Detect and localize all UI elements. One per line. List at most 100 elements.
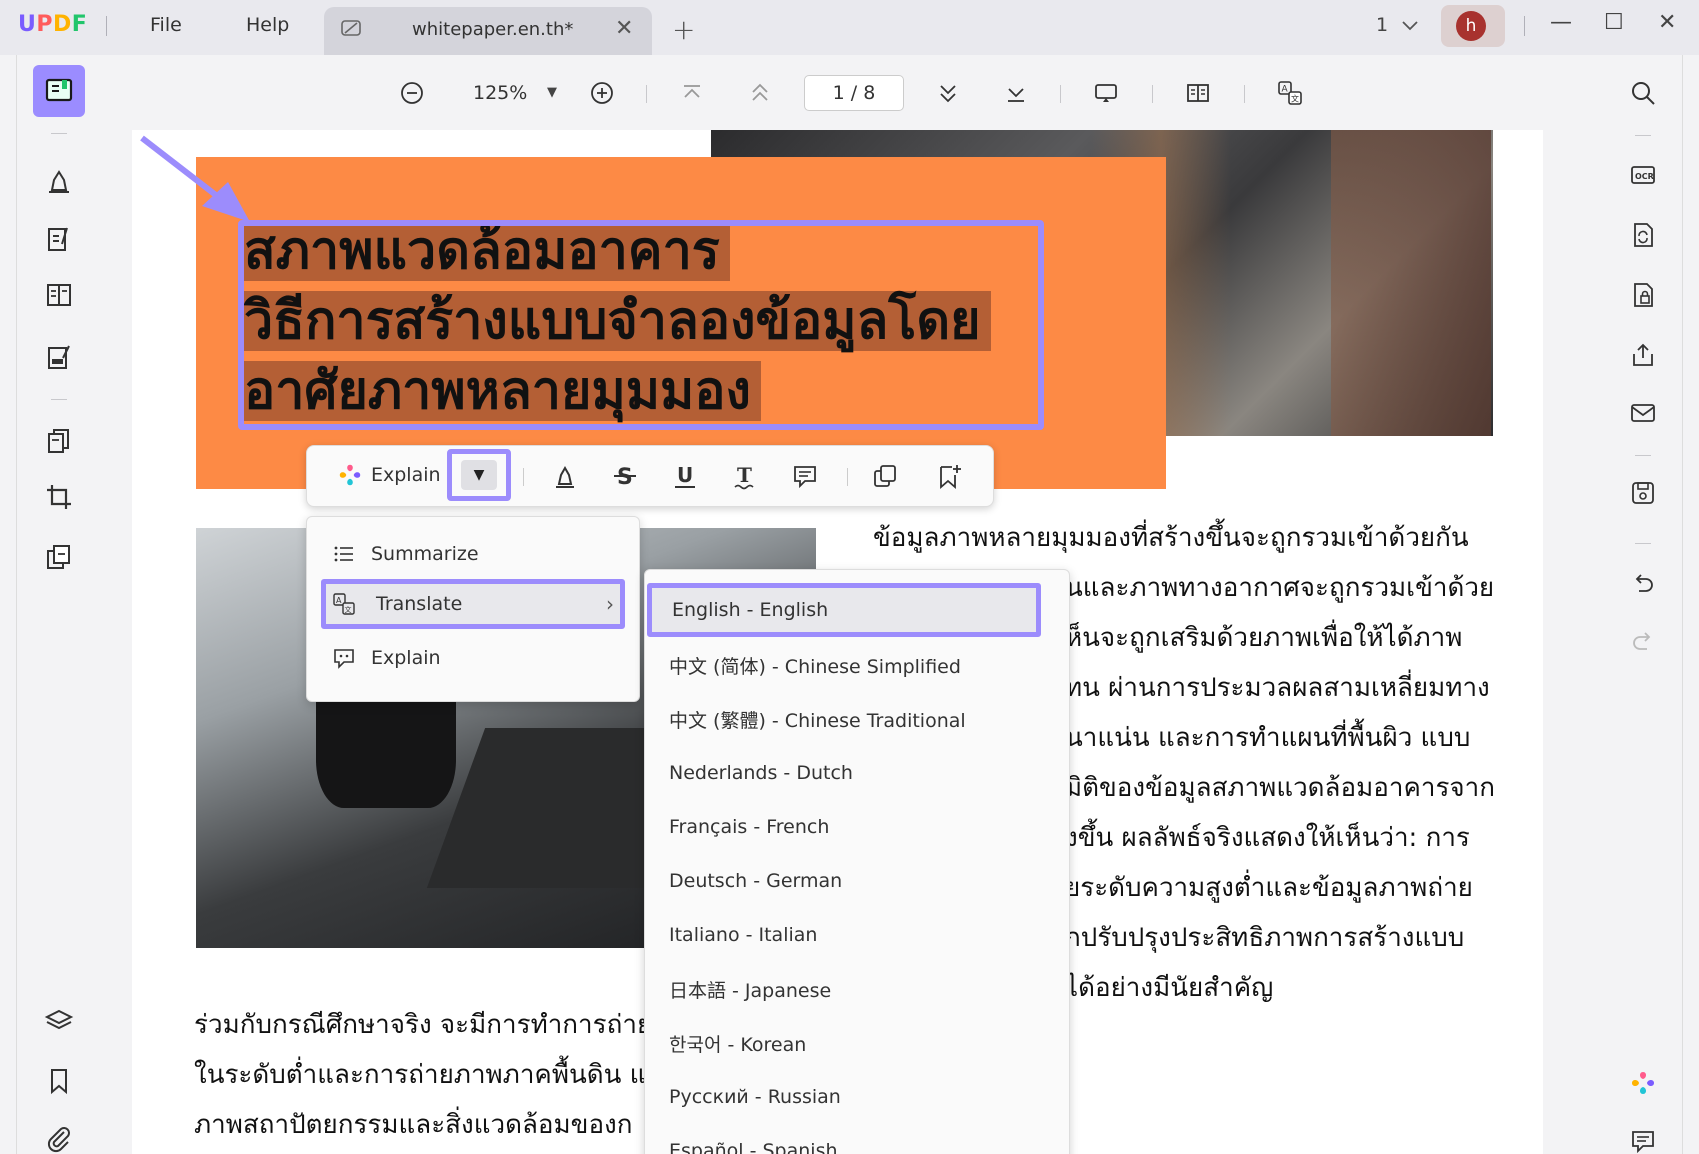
new-tab-icon[interactable]: + (672, 13, 695, 46)
maximize-icon[interactable]: ☐ (1604, 10, 1624, 35)
protect-pdf-icon[interactable] (1625, 277, 1661, 313)
tab-title: whitepaper.en.th* (412, 19, 574, 40)
language-option-spanish[interactable]: Español - Spanish (645, 1124, 1069, 1154)
language-option-japanese[interactable]: 日本語 - Japanese (645, 962, 1069, 1016)
language-option-russian[interactable]: Русский - Russian (645, 1070, 1069, 1124)
ocr-icon[interactable]: OCR (1625, 157, 1661, 193)
page-display-icon[interactable] (1182, 77, 1214, 109)
layers-icon[interactable] (41, 1003, 77, 1039)
organize-pages-icon[interactable] (41, 423, 77, 459)
redo-icon[interactable] (1625, 623, 1661, 659)
explain-icon (321, 647, 361, 669)
tab-document-icon (340, 18, 362, 38)
menu-item-explain[interactable]: Explain (321, 633, 625, 683)
svg-text:U: U (677, 463, 693, 487)
right-toolbar: OCR (1603, 55, 1683, 1154)
close-window-icon[interactable]: ✕ (1658, 10, 1676, 35)
menu-file[interactable]: File (150, 14, 182, 36)
attachment-icon[interactable] (41, 1121, 77, 1154)
updf-ai-icon[interactable] (1625, 1065, 1661, 1101)
add-bookmark-icon[interactable] (933, 460, 965, 492)
language-option-chinese-traditional[interactable]: 中文 (繁體) - Chinese Traditional (645, 692, 1069, 746)
reader-mode-icon[interactable] (33, 65, 85, 117)
bottom-paragraph: ร่วมกับกรณีศึกษาจริง จะมีการทำการถ่าย ใน… (194, 1000, 662, 1150)
combine-files-icon[interactable] (41, 539, 77, 575)
svg-text:OCR: OCR (1635, 172, 1654, 181)
updf-ai-icon (339, 464, 361, 486)
language-option-french[interactable]: Français - French (645, 800, 1069, 854)
add-comment-icon[interactable] (789, 460, 821, 492)
language-option-italian[interactable]: Italiano - Italian (645, 908, 1069, 962)
language-submenu: English - English 中文 (简体) - Chinese Simp… (644, 569, 1070, 1154)
toolbar-separator (1635, 135, 1651, 136)
svg-text:文: 文 (345, 605, 352, 614)
svg-text:A: A (1282, 85, 1289, 95)
toolbar-separator (1060, 85, 1061, 103)
toolbar-separator (51, 133, 67, 134)
svg-text:T: T (737, 463, 752, 487)
undo-icon[interactable] (1625, 565, 1661, 601)
menu-item-summarize[interactable]: Summarize (321, 529, 625, 579)
language-option-german[interactable]: Deutsch - German (645, 854, 1069, 908)
presentation-icon[interactable] (1090, 77, 1122, 109)
language-option-chinese-simplified[interactable]: 中文 (简体) - Chinese Simplified (645, 638, 1069, 692)
page-number-input[interactable]: 1 / 8 (804, 75, 904, 111)
zoom-level[interactable]: 125% (473, 82, 527, 104)
toolbar-separator (1635, 543, 1651, 544)
zoom-dropdown-icon[interactable]: ▼ (547, 85, 557, 100)
highlight-icon[interactable] (549, 460, 581, 492)
strikethrough-icon[interactable]: S (609, 460, 641, 492)
comment-marker-icon[interactable] (41, 163, 77, 199)
ai-dropdown-button[interactable]: ▼ (447, 449, 511, 501)
toolbar-separator (1152, 85, 1153, 103)
language-option-dutch[interactable]: Nederlands - Dutch (645, 746, 1069, 800)
explain-button[interactable]: Explain (337, 462, 441, 488)
zoom-in-icon[interactable] (586, 77, 618, 109)
language-option-korean[interactable]: 한국어 - Korean (645, 1016, 1069, 1070)
toolbar-separator (646, 85, 647, 103)
title-selection-highlight (238, 220, 1044, 430)
avatar[interactable]: h (1456, 11, 1486, 41)
toolbar-separator (1635, 455, 1651, 456)
zoom-out-icon[interactable] (396, 77, 428, 109)
underline-icon[interactable]: U (669, 460, 701, 492)
search-icon[interactable] (1625, 75, 1661, 111)
menu-item-label: Explain (371, 647, 441, 669)
chevron-right-icon: › (606, 592, 614, 616)
save-icon[interactable] (1625, 475, 1661, 511)
menu-item-label: Translate (376, 593, 463, 615)
window-count[interactable]: 1 (1376, 14, 1418, 36)
list-icon (321, 543, 361, 565)
fill-sign-icon[interactable] (41, 339, 77, 375)
menu-help[interactable]: Help (246, 14, 289, 36)
comments-panel-icon[interactable] (1625, 1123, 1661, 1154)
caret-down-icon: ▼ (461, 460, 497, 490)
last-page-icon[interactable] (1000, 77, 1032, 109)
email-icon[interactable] (1625, 395, 1661, 431)
next-page-icon[interactable] (932, 77, 964, 109)
crop-icon[interactable] (41, 479, 77, 515)
minimize-icon[interactable]: — (1550, 10, 1572, 35)
language-option-english[interactable]: English - English (647, 583, 1041, 637)
edit-pdf-icon[interactable] (41, 221, 77, 257)
previous-page-icon[interactable] (744, 77, 776, 109)
copy-icon[interactable] (869, 460, 901, 492)
view-toolbar: 125% ▼ 1 / 8 A文 (100, 55, 1603, 130)
ai-action-menu: Summarize A文 Translate › Explain (306, 516, 640, 702)
svg-text:文: 文 (1291, 94, 1299, 104)
title-bar: UPDF File Help whitepaper.en.th* ✕ + 1 h… (0, 0, 1699, 55)
bookmark-icon[interactable] (41, 1063, 77, 1099)
translate-page-icon[interactable]: A文 (1274, 77, 1306, 109)
explain-label: Explain (371, 464, 441, 486)
share-icon[interactable] (1625, 337, 1661, 373)
menu-item-translate[interactable]: A文 Translate › (321, 579, 625, 629)
svg-text:A: A (336, 596, 342, 605)
first-page-icon[interactable] (676, 77, 708, 109)
convert-pdf-icon[interactable] (1625, 217, 1661, 253)
page-layout-icon[interactable] (41, 277, 77, 313)
selection-toolbar: Explain ▼ S U T (306, 445, 994, 507)
toolbar-separator (51, 399, 67, 400)
tab-close-icon[interactable]: ✕ (615, 16, 633, 41)
squiggly-text-icon[interactable]: T (729, 460, 761, 492)
svg-text:S: S (617, 465, 633, 490)
